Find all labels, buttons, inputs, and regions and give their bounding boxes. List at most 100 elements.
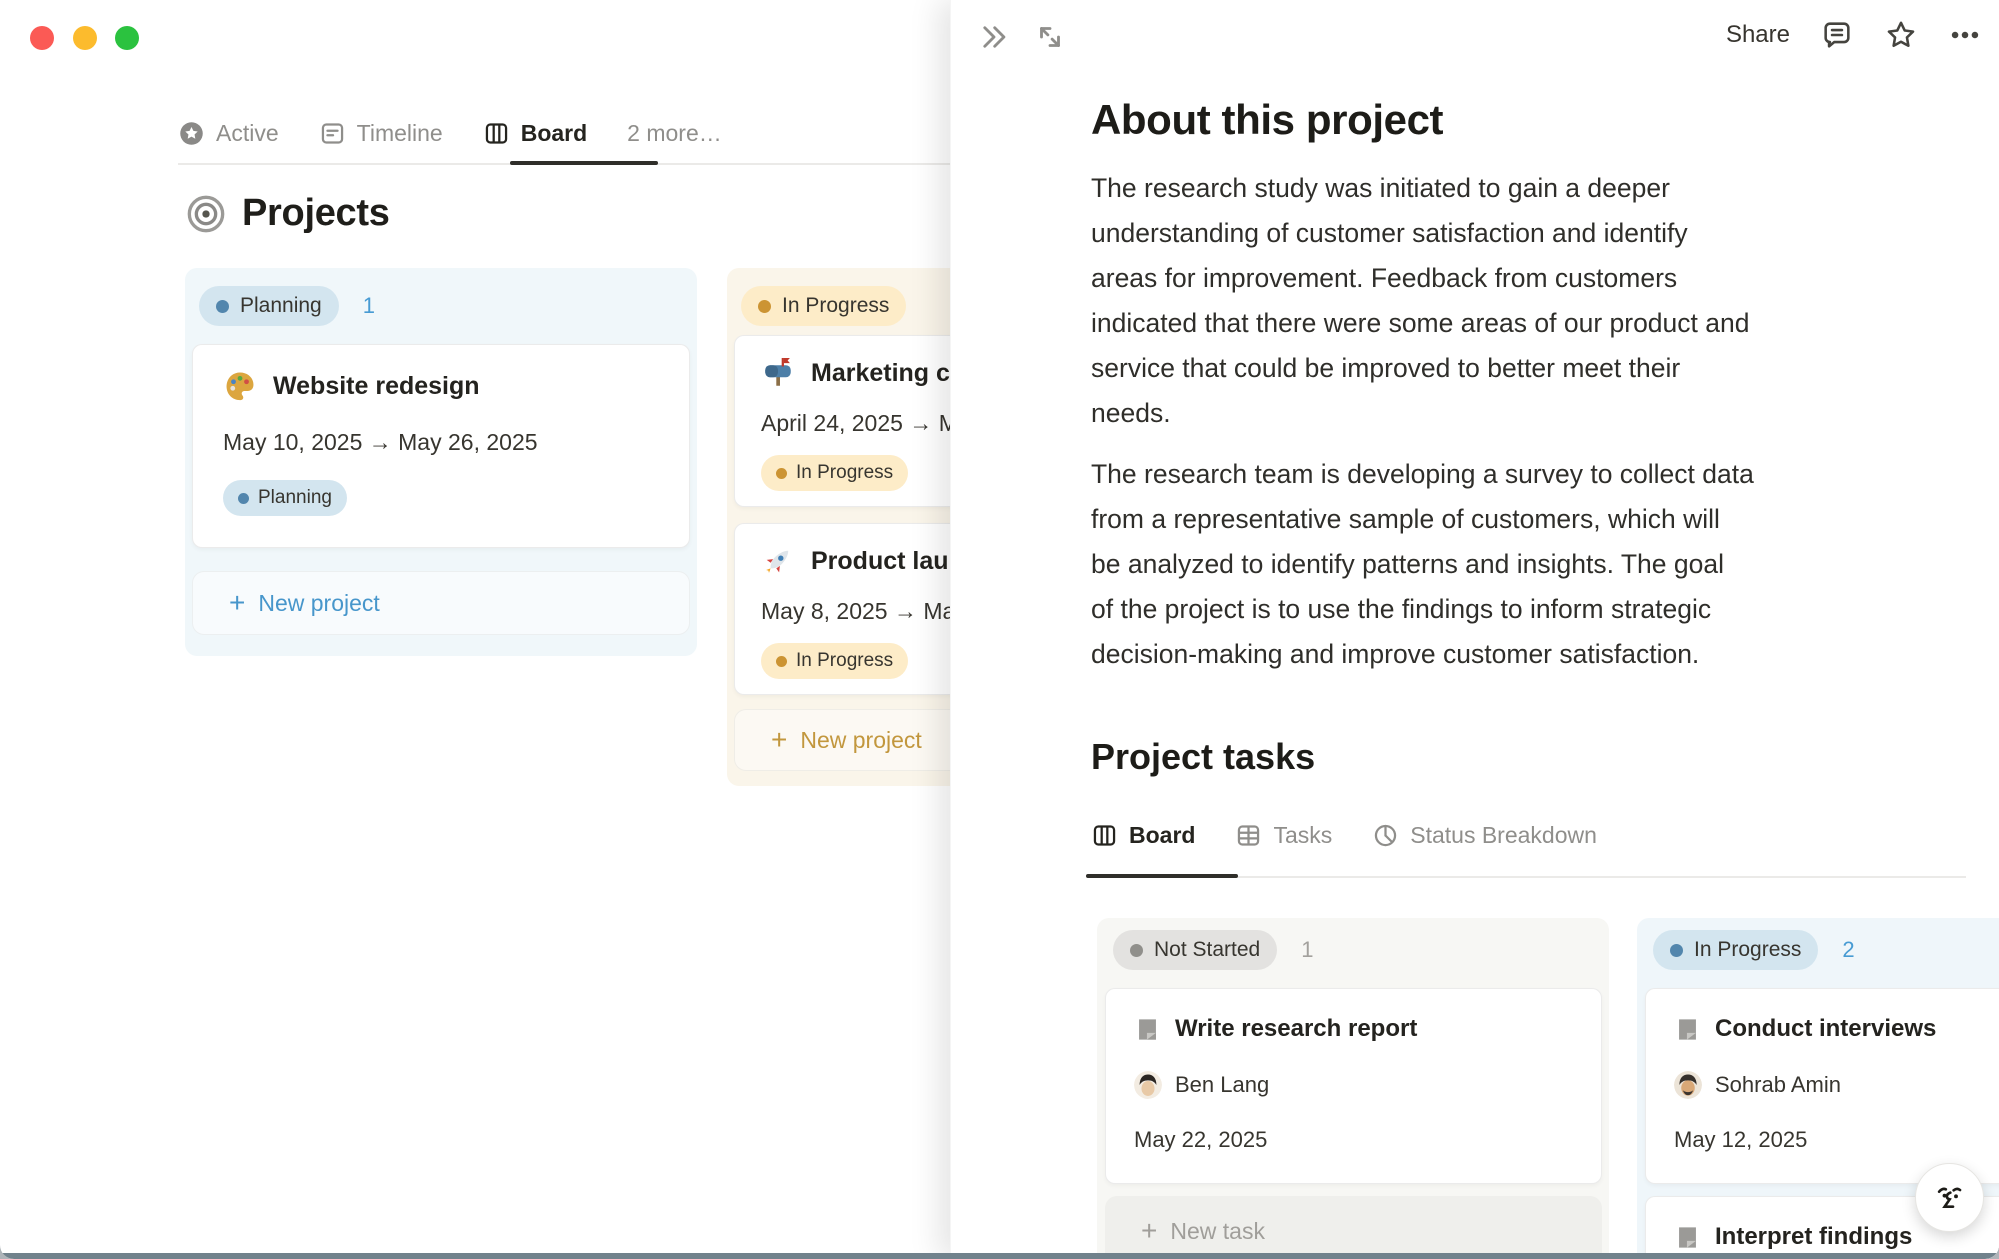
- zoom-window-button[interactable]: [115, 26, 139, 50]
- column-name: Planning: [240, 294, 322, 318]
- task-card-write-research-report[interactable]: Write research report: [1105, 988, 1602, 1184]
- app-window: Active Timeline Board 2 more…: [0, 0, 1999, 1259]
- comments-icon[interactable]: [1820, 18, 1854, 52]
- new-project-button[interactable]: New project: [192, 571, 690, 635]
- open-full-page-icon[interactable]: [1033, 20, 1067, 54]
- column-count: 1: [363, 293, 375, 319]
- page-icon: [1674, 1224, 1701, 1251]
- more-options-icon[interactable]: [1948, 18, 1982, 52]
- column-count: 1: [1301, 937, 1313, 963]
- card-assignee: Ben Lang: [1134, 1071, 1573, 1099]
- board-column-planning: Planning 1 Website redesign May 10, 2025…: [185, 268, 697, 656]
- page-icon: [1134, 1016, 1161, 1043]
- ai-assistant-button[interactable]: [1915, 1163, 1984, 1232]
- window-bottom-edge: [0, 1253, 1999, 1259]
- star-circle-icon: [178, 120, 205, 147]
- column-status-badge[interactable]: Planning: [199, 286, 339, 326]
- target-icon: [186, 194, 226, 234]
- card-title: Interpret findings: [1715, 1223, 1912, 1251]
- plus-icon: [771, 726, 787, 754]
- card-title: Conduct interviews: [1715, 1015, 1936, 1043]
- database-title[interactable]: Projects: [186, 192, 390, 235]
- table-icon: [1235, 822, 1262, 849]
- board-icon: [1091, 822, 1118, 849]
- new-project-label: New project: [258, 590, 379, 617]
- tasks-view-tabs: Board Tasks Status Breakdown: [1091, 822, 1597, 849]
- card-status-tag: In Progress: [761, 455, 908, 491]
- avatar: [1674, 1071, 1702, 1099]
- tasks-tab-status-breakdown[interactable]: Status Breakdown: [1372, 822, 1597, 849]
- mailbox-icon: [761, 356, 795, 390]
- column-name: Not Started: [1154, 938, 1260, 962]
- tasks-tab-board[interactable]: Board: [1091, 822, 1195, 849]
- rocket-icon: [761, 544, 795, 578]
- palette-icon: [223, 369, 257, 403]
- status-dot: [1130, 944, 1143, 957]
- tag-label: In Progress: [796, 462, 893, 484]
- status-dot: [776, 468, 787, 479]
- status-dot: [758, 300, 771, 313]
- ai-face-icon: [1930, 1178, 1970, 1218]
- avatar: [1134, 1071, 1162, 1099]
- section-heading-about: About this project: [1091, 96, 1443, 144]
- column-name: In Progress: [1694, 938, 1801, 962]
- card-date: May 12, 2025: [1674, 1127, 1999, 1153]
- card-title: Write research report: [1175, 1015, 1417, 1043]
- view-tab-timeline[interactable]: Timeline: [319, 120, 443, 147]
- view-tab-label: 2 more…: [627, 120, 722, 147]
- tag-label: In Progress: [796, 650, 893, 672]
- section-heading-tasks: Project tasks: [1091, 736, 1315, 778]
- new-project-label: New project: [800, 727, 921, 754]
- column-name: In Progress: [782, 294, 889, 318]
- status-dot: [238, 493, 249, 504]
- column-status-badge[interactable]: Not Started: [1113, 930, 1277, 970]
- close-peek-icon[interactable]: [977, 20, 1011, 54]
- tab-label: Tasks: [1273, 822, 1332, 849]
- close-window-button[interactable]: [30, 26, 54, 50]
- view-tab-active[interactable]: Active: [178, 120, 279, 147]
- card-title: Product laun: [811, 547, 964, 576]
- plus-icon: [1141, 1217, 1157, 1245]
- project-card-website-redesign[interactable]: Website redesign May 10, 2025 → May 26, …: [192, 344, 690, 548]
- new-task-button[interactable]: New task: [1105, 1196, 1602, 1259]
- plus-icon: [229, 589, 245, 617]
- new-task-label: New task: [1170, 1218, 1265, 1245]
- task-card-conduct-interviews[interactable]: Conduct interviews: [1645, 988, 1999, 1184]
- status-dot: [1670, 944, 1683, 957]
- assignee-name: Ben Lang: [1175, 1072, 1269, 1098]
- card-title: Marketing c: [811, 359, 950, 388]
- assignee-name: Sohrab Amin: [1715, 1072, 1841, 1098]
- about-paragraph-2[interactable]: The research team is developing a survey…: [1091, 452, 1891, 677]
- minimize-window-button[interactable]: [73, 26, 97, 50]
- page-icon: [1674, 1016, 1701, 1043]
- favorite-star-icon[interactable]: [1884, 18, 1918, 52]
- view-tab-label: Timeline: [357, 120, 443, 147]
- card-date-range: May 10, 2025 → May 26, 2025: [223, 429, 659, 456]
- active-tab-underline: [510, 161, 658, 165]
- card-title: Website redesign: [273, 372, 480, 401]
- tasks-tab-tasks[interactable]: Tasks: [1235, 822, 1332, 849]
- card-date: May 22, 2025: [1134, 1127, 1573, 1153]
- timeline-icon: [319, 120, 346, 147]
- view-tab-more[interactable]: 2 more…: [627, 120, 722, 147]
- about-paragraph-1[interactable]: The research study was initiated to gain…: [1091, 166, 1891, 436]
- view-tab-board[interactable]: Board: [483, 120, 587, 147]
- card-status-tag: In Progress: [761, 643, 908, 679]
- active-tab-underline: [1086, 874, 1238, 878]
- column-status-badge[interactable]: In Progress: [1653, 930, 1818, 970]
- card-assignee: Sohrab Amin: [1674, 1071, 1999, 1099]
- board-icon: [483, 120, 510, 147]
- view-tab-label: Active: [216, 120, 279, 147]
- tab-label: Board: [1129, 822, 1195, 849]
- column-status-badge[interactable]: In Progress: [741, 286, 906, 326]
- tab-label: Status Breakdown: [1410, 822, 1597, 849]
- tag-label: Planning: [258, 487, 332, 509]
- page-title: Projects: [242, 192, 390, 235]
- side-peek-panel: Share About this project The research st…: [950, 0, 1999, 1259]
- view-tab-label: Board: [521, 120, 587, 147]
- database-view-tabs: Active Timeline Board 2 more…: [178, 102, 722, 164]
- task-column-not-started: Not Started 1 Write research report: [1097, 918, 1609, 1259]
- card-status-tag: Planning: [223, 480, 347, 516]
- pie-chart-icon: [1372, 822, 1399, 849]
- share-button[interactable]: Share: [1726, 21, 1790, 49]
